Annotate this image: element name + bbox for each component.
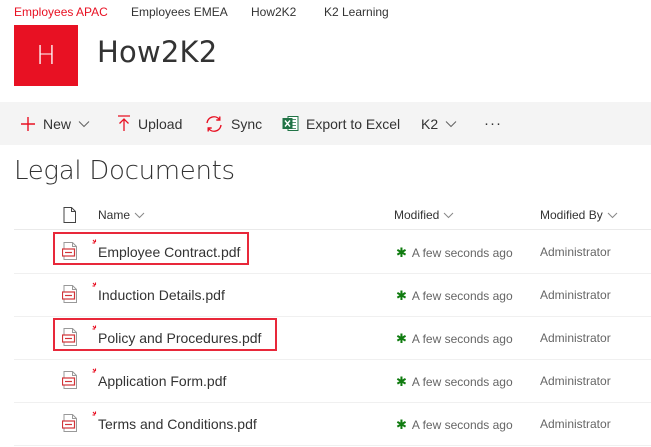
new-badge-icon: ✱ [396,331,407,346]
modified-column-label: Modified [394,208,440,222]
top-nav-link-employees-emea[interactable]: Employees EMEA [131,5,228,19]
file-type-column-header[interactable] [63,203,76,227]
new-badge-icon: ✱ [396,288,407,303]
new-badge-icon: ✱ [396,374,407,389]
modified-cell: ✱ A few seconds ago [396,245,513,261]
export-to-excel-button[interactable]: Export to Excel [282,102,400,145]
chevron-down-icon [445,120,457,127]
k2-menu-button[interactable]: K2 [421,102,457,145]
new-badge-icon: ✱ [396,417,407,432]
file-name-link[interactable]: Policy and Procedures.pdf [98,330,261,346]
file-row[interactable]: Terms and Conditions.pdf ✱ A few seconds a… [0,403,651,446]
site-logo[interactable]: H [14,25,78,86]
top-nav-link-how2k2[interactable]: How2K2 [251,5,296,19]
add-icon [21,116,35,131]
modified-value: A few seconds ago [411,418,513,432]
name-column-label: Name [98,208,131,222]
file-name-link[interactable]: Application Form.pdf [98,373,226,389]
name-column-header[interactable]: Name [98,203,145,227]
modified-value: A few seconds ago [411,289,513,303]
modified-by-value[interactable]: Administrator [540,288,611,302]
sync-icon [206,115,222,132]
modified-cell: ✱ A few seconds ago [396,417,513,433]
modified-by-value[interactable]: Administrator [540,417,611,431]
modified-by-value[interactable]: Administrator [540,374,611,388]
pdf-file-icon[interactable] [62,285,78,303]
sync-button[interactable]: Sync [204,102,262,145]
file-name-link[interactable]: Employee Contract.pdf [98,244,240,260]
site-title[interactable]: How2K2 [97,35,217,69]
new-button[interactable]: New [20,102,90,145]
top-nav-link-employees-apac[interactable]: Employees APAC [14,5,108,19]
pdf-file-icon[interactable] [62,414,78,432]
modified-value: A few seconds ago [411,332,513,346]
list-title: Legal Documents [14,156,235,186]
file-name-link[interactable]: Terms and Conditions.pdf [98,416,257,432]
chevron-down-icon [444,212,454,218]
modified-cell: ✱ A few seconds ago [396,331,513,347]
modified-cell: ✱ A few seconds ago [396,374,513,390]
row-divider [14,445,651,446]
excel-icon [282,116,299,131]
modified-column-header[interactable]: Modified [394,203,454,227]
more-options-button[interactable]: ··· [484,102,502,145]
sync-button-label: Sync [231,115,263,132]
export-to-excel-label: Export to Excel [306,115,401,132]
top-nav-link-k2-learning[interactable]: K2 Learning [324,5,389,19]
chevron-down-icon [607,212,618,218]
file-row[interactable]: Application Form.pdf ✱ A few seconds ago Ad… [0,360,651,403]
modified-by-value[interactable]: Administrator [540,245,611,259]
more-options-label: ··· [484,115,502,132]
pdf-file-icon[interactable] [62,371,78,389]
document-icon [63,207,76,223]
modified-value: A few seconds ago [411,375,513,389]
modified-by-value[interactable]: Administrator [540,331,611,345]
upload-icon [118,115,130,131]
file-row[interactable]: Employee Contract.pdf ✱ A few seconds ago A… [0,231,651,274]
file-row[interactable]: Induction Details.pdf ✱ A few seconds ago A… [0,274,651,317]
file-name-link[interactable]: Induction Details.pdf [98,287,225,303]
modified-by-column-label: Modified By [540,208,603,222]
modified-cell: ✱ A few seconds ago [396,288,513,304]
modified-by-column-header[interactable]: Modified By [540,203,618,227]
top-nav: Employees APAC Employees EMEA How2K2 K2 … [0,0,651,24]
new-button-label: New [43,115,72,132]
chevron-down-icon [134,212,145,218]
file-row[interactable]: Policy and Procedures.pdf ✱ A few seconds … [0,317,651,360]
k2-menu-label: K2 [421,115,439,132]
site-logo-letter: H [36,40,56,71]
chevron-down-icon [78,120,90,127]
upload-button[interactable]: Upload [117,102,182,145]
modified-value: A few seconds ago [411,246,513,260]
new-badge-icon: ✱ [396,245,407,260]
upload-button-label: Upload [138,115,183,132]
command-bar: New Upload Sync Export to Excel K2 ··· [0,102,651,145]
header-divider [14,229,651,230]
